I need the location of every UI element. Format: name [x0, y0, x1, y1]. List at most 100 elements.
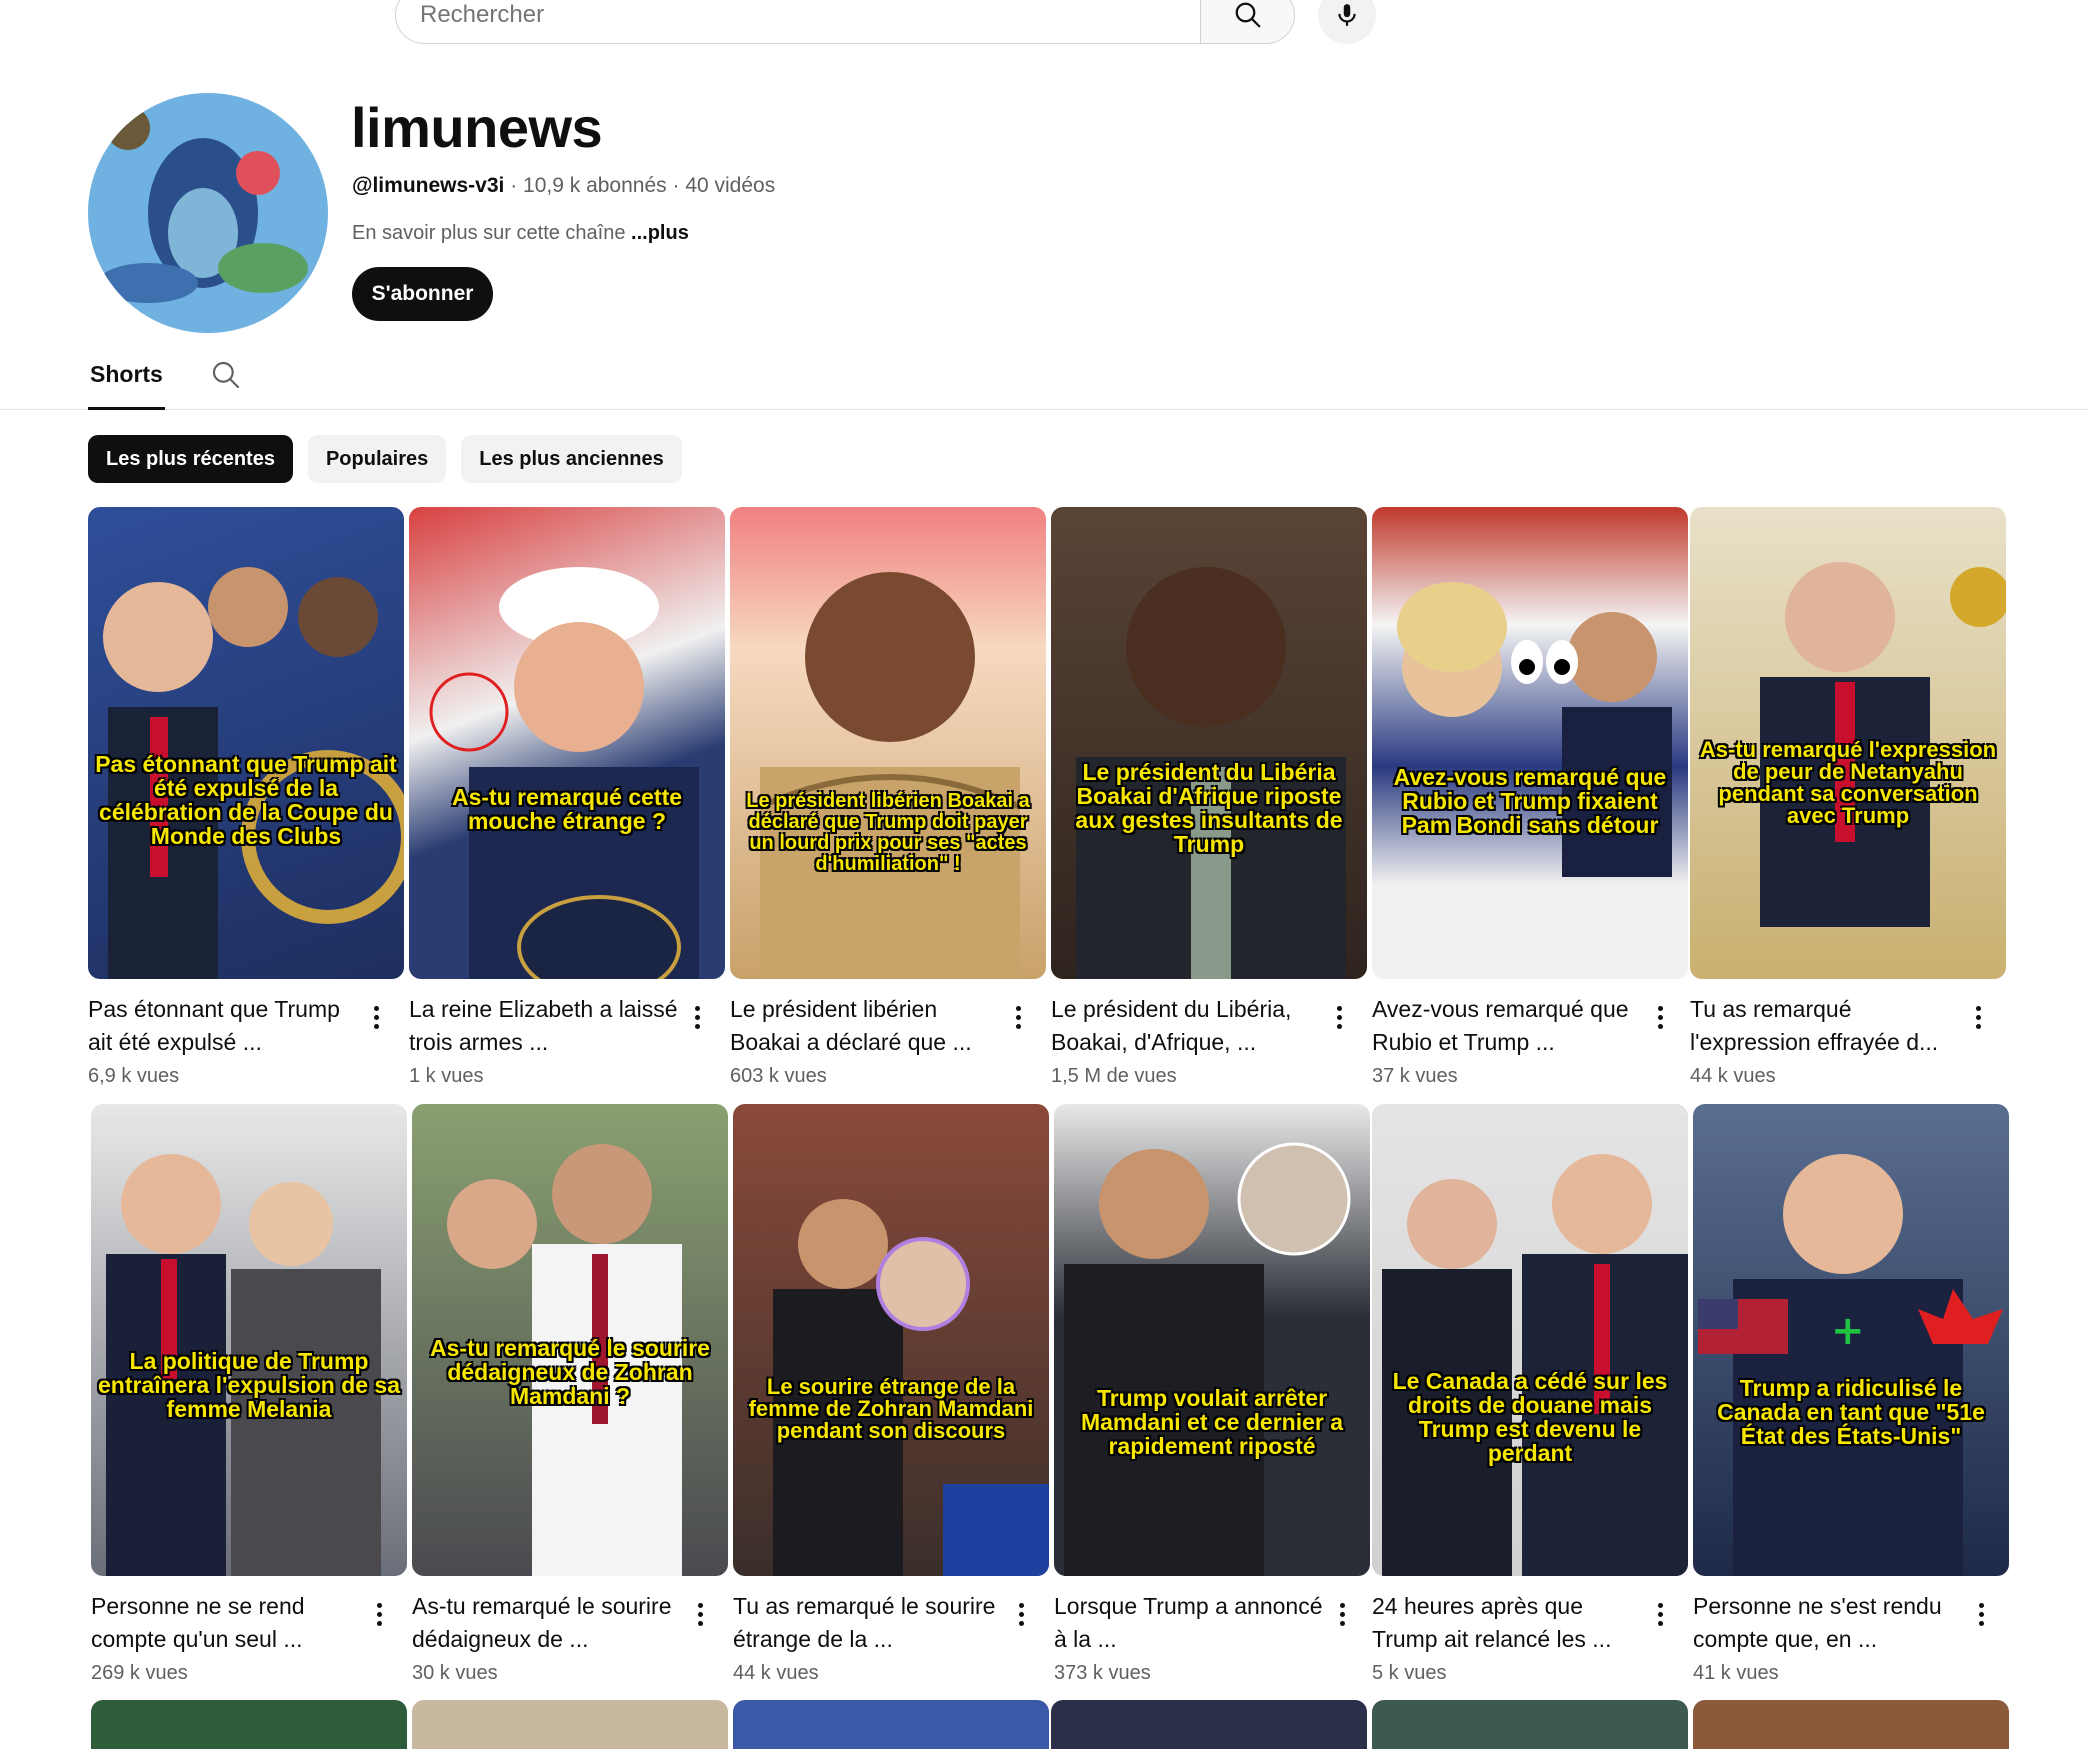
voice-search-button[interactable]: [1318, 0, 1376, 44]
thumbnail-caption: As-tu remarqué cette mouche étrange ?: [451, 784, 683, 834]
short-title[interactable]: Tu as remarqué le sourire étrange de la …: [733, 1590, 1003, 1656]
more-actions-button[interactable]: [1008, 997, 1028, 1037]
view-count: 37 k vues: [1372, 1065, 1458, 1087]
more-actions-button[interactable]: [1971, 1594, 1991, 1634]
more-actions-button[interactable]: [690, 1594, 710, 1634]
view-count: 269 k vues: [91, 1662, 188, 1684]
short-thumbnail[interactable]: [91, 1700, 407, 1749]
sort-chips: Les plus récentes Populaires Les plus an…: [88, 435, 682, 483]
view-count: 44 k vues: [733, 1662, 819, 1684]
channel-name: limunews: [351, 96, 603, 159]
thumbnail-caption: Le Canada a cédé sur les droits de douan…: [1392, 1368, 1668, 1466]
short-card[interactable]: La politique de Trump entraînera l'expul…: [91, 1104, 407, 1685]
short-card[interactable]: + Trump a ridiculisé le Canada en tant q…: [1693, 1104, 2009, 1685]
channel-tabs: Shorts: [0, 355, 2088, 410]
more-actions-button[interactable]: [366, 997, 386, 1037]
short-thumbnail[interactable]: Avez-vous remarqué que Rubio et Trump fi…: [1372, 507, 1688, 979]
short-thumbnail[interactable]: Pas étonnant que Trump ait été expulsé d…: [88, 507, 404, 979]
more-actions-button[interactable]: [369, 1594, 389, 1634]
view-count: 30 k vues: [412, 1662, 498, 1684]
short-title[interactable]: Lorsque Trump a annoncé à la ...: [1054, 1590, 1324, 1656]
short-thumbnail[interactable]: As-tu remarqué l'expression de peur de N…: [1690, 507, 2006, 979]
short-thumbnail[interactable]: + Trump a ridiculisé le Canada en tant q…: [1693, 1104, 2009, 1576]
short-thumbnail[interactable]: [1693, 1700, 2009, 1749]
short-card[interactable]: As-tu remarqué cette mouche étrange ? La…: [409, 507, 725, 1088]
short-title[interactable]: Pas étonnant que Trump ait été expulsé .…: [88, 993, 358, 1059]
view-count: 1 k vues: [409, 1065, 484, 1087]
channel-search-button[interactable]: [210, 359, 242, 396]
subscriber-count: 10,9 k abonnés: [523, 174, 667, 197]
search-bar: [395, 0, 1295, 44]
thumbnail-caption: As-tu remarqué l'expression de peur de N…: [1699, 737, 1997, 828]
short-card[interactable]: As-tu remarqué l'expression de peur de N…: [1690, 507, 2006, 1088]
meta-separator: ·: [672, 174, 686, 197]
thumbnail-caption: Avez-vous remarqué que Rubio et Trump fi…: [1393, 764, 1667, 838]
thumbnail-caption: As-tu remarqué le sourire dédaigneux de …: [430, 1335, 710, 1409]
short-title[interactable]: Personne ne se rend compte qu'un seul ..…: [91, 1590, 361, 1656]
view-count: 603 k vues: [730, 1065, 827, 1087]
short-card[interactable]: Avez-vous remarqué que Rubio et Trump fi…: [1372, 507, 1688, 1088]
thumbnail-caption: Pas étonnant que Trump ait été expulsé d…: [95, 751, 397, 849]
short-thumbnail[interactable]: As-tu remarqué le sourire dédaigneux de …: [412, 1104, 728, 1576]
channel-meta: @limunews-v3i · 10,9 k abonnés · 40 vidé…: [352, 174, 775, 198]
short-title[interactable]: Le président libérien Boakai a déclaré q…: [730, 993, 1000, 1059]
view-count: 1,5 M de vues: [1051, 1065, 1177, 1087]
short-thumbnail[interactable]: [1372, 1700, 1688, 1749]
search-icon: [212, 361, 240, 389]
chip-oldest[interactable]: Les plus anciennes: [461, 435, 682, 483]
short-thumbnail[interactable]: [733, 1700, 1049, 1749]
short-title[interactable]: Le président du Libéria, Boakai, d'Afriq…: [1051, 993, 1321, 1059]
short-thumbnail[interactable]: [412, 1700, 728, 1749]
more-actions-button[interactable]: [1650, 997, 1670, 1037]
more-actions-button[interactable]: [1650, 1594, 1670, 1634]
search-input[interactable]: [395, 0, 1200, 44]
short-thumbnail[interactable]: Le sourire étrange de la femme de Zohran…: [733, 1104, 1049, 1576]
short-card[interactable]: As-tu remarqué le sourire dédaigneux de …: [412, 1104, 728, 1685]
short-title[interactable]: Personne ne s'est rendu compte que, en .…: [1693, 1590, 1963, 1656]
microphone-icon: [1338, 4, 1356, 26]
view-count: 6,9 k vues: [88, 1065, 180, 1087]
short-thumbnail[interactable]: [1051, 1700, 1367, 1749]
more-actions-button[interactable]: [1011, 1594, 1031, 1634]
tab-shorts[interactable]: Shorts: [88, 361, 165, 410]
more-actions-button[interactable]: [1968, 997, 1988, 1037]
short-card[interactable]: Le Canada a cédé sur les droits de douan…: [1372, 1104, 1688, 1685]
short-thumbnail[interactable]: Trump voulait arrêter Mamdani et ce dern…: [1054, 1104, 1370, 1576]
short-thumbnail[interactable]: Le Canada a cédé sur les droits de douan…: [1372, 1104, 1688, 1576]
more-actions-button[interactable]: [1329, 997, 1349, 1037]
svg-text:+: +: [1831, 1308, 1865, 1354]
view-count: 41 k vues: [1693, 1662, 1779, 1684]
short-card[interactable]: Trump voulait arrêter Mamdani et ce dern…: [1054, 1104, 1370, 1685]
short-title[interactable]: As-tu remarqué le sourire dédaigneux de …: [412, 1590, 682, 1656]
more-actions-button[interactable]: [687, 997, 707, 1037]
short-thumbnail[interactable]: La politique de Trump entraînera l'expul…: [91, 1104, 407, 1576]
short-title[interactable]: La reine Elizabeth a laissé trois armes …: [409, 993, 679, 1059]
video-count: 40 vidéos: [685, 174, 776, 197]
about-text: En savoir plus sur cette chaîne: [352, 222, 626, 244]
short-card[interactable]: Le sourire étrange de la femme de Zohran…: [733, 1104, 1049, 1685]
short-title[interactable]: Tu as remarqué l'expression effrayée d..…: [1690, 993, 1960, 1059]
thumbnail-caption: Le sourire étrange de la femme de Zohran…: [748, 1374, 1034, 1443]
more-actions-button[interactable]: [1332, 1594, 1352, 1634]
short-thumbnail[interactable]: As-tu remarqué cette mouche étrange ?: [409, 507, 725, 979]
short-card[interactable]: Le président libérien Boakai a déclaré q…: [730, 507, 1046, 1088]
meta-separator: ·: [510, 174, 524, 197]
channel-about[interactable]: En savoir plus sur cette chaîne ...plus: [352, 222, 689, 245]
view-count: 373 k vues: [1054, 1662, 1151, 1684]
short-thumbnail[interactable]: Le président du Libéria Boakai d'Afrique…: [1051, 507, 1367, 979]
short-title[interactable]: Avez-vous remarqué que Rubio et Trump ..…: [1372, 993, 1642, 1059]
search-button[interactable]: [1200, 0, 1295, 44]
short-thumbnail[interactable]: Le président libérien Boakai a déclaré q…: [730, 507, 1046, 979]
short-card[interactable]: Pas étonnant que Trump ait été expulsé d…: [88, 507, 404, 1088]
thumbnail-caption: Trump a ridiculisé le Canada en tant que…: [1717, 1375, 1985, 1449]
chip-latest[interactable]: Les plus récentes: [88, 435, 293, 483]
about-more-link[interactable]: ...plus: [631, 222, 689, 244]
chip-popular[interactable]: Populaires: [307, 435, 447, 483]
short-card[interactable]: Le président du Libéria Boakai d'Afrique…: [1051, 507, 1367, 1088]
thumbnail-caption: Le président libérien Boakai a déclaré q…: [746, 790, 1030, 875]
channel-handle: @limunews-v3i: [352, 174, 505, 197]
subscribe-button[interactable]: S'abonner: [352, 267, 493, 321]
thumbnail-caption: La politique de Trump entraînera l'expul…: [97, 1348, 401, 1422]
short-title[interactable]: 24 heures après que Trump ait relancé le…: [1372, 1590, 1642, 1656]
channel-avatar[interactable]: [88, 93, 328, 333]
